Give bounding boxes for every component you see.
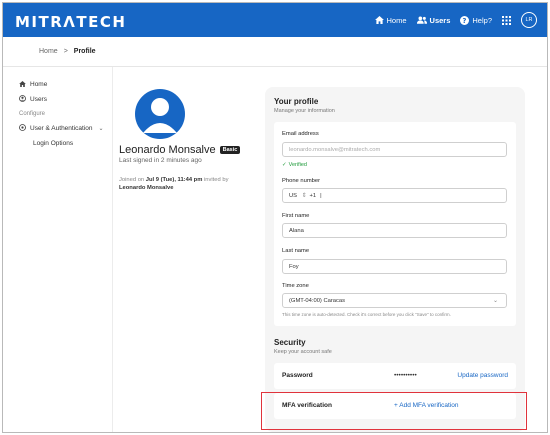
avatar [135, 89, 185, 139]
phone-country-select[interactable]: US ⇕ [289, 193, 310, 199]
last-signed-in: Last signed in 2 minutes ago [119, 157, 202, 164]
top-bar: MITRΛTECH Home Users ? Help? LR [3, 3, 547, 37]
home-icon [19, 80, 26, 89]
breadcrumb-home[interactable]: Home [39, 48, 58, 55]
nav-home[interactable]: Home [374, 15, 407, 25]
sidebar-item-home[interactable]: Home [3, 77, 112, 92]
brand-logo[interactable]: MITRΛTECH [15, 13, 126, 31]
profile-name: Leonardo Monsalve [119, 144, 216, 156]
email-value: leonardo.monsalve@mitratech.com [289, 146, 381, 153]
timezone-label: Time zone [282, 283, 309, 289]
password-row: Password •••••••••• Update password [274, 363, 516, 389]
sidebar-item-user-authentication[interactable]: User & Authentication ⌄ [3, 121, 112, 136]
sidebar-item-label: Login Options [33, 140, 74, 147]
password-mask: •••••••••• [394, 372, 417, 379]
last-name-value: Foy [289, 263, 299, 270]
last-name-field[interactable]: Foy [282, 259, 507, 274]
phone-code: +1 [309, 192, 317, 199]
phone-country: US [289, 192, 298, 199]
sidebar-item-label: Users [30, 96, 47, 103]
nav-users-label: Users [429, 15, 451, 25]
avatar-initials: LR [525, 17, 533, 23]
breadcrumb-current: Profile [73, 48, 96, 55]
sidebar-item-label: User & Authentication [30, 125, 93, 132]
help-icon: ? [460, 15, 470, 25]
joined-by[interactable]: Leonardo Monsalve [119, 185, 173, 191]
joined-date: Jul 9 (Tue), 11:44 pm [145, 177, 203, 183]
sidebar: Home Users Configure User & Authenticati… [3, 67, 113, 432]
last-name-label: Last name [282, 248, 310, 254]
nav-users[interactable]: Users [416, 15, 451, 25]
nav-help-label: Help? [472, 15, 492, 25]
top-nav: Home Users ? Help? LR [374, 3, 537, 37]
email-label: Email address [282, 131, 319, 137]
chevron-down-icon: ⌄ [98, 126, 104, 132]
sidebar-item-login-options[interactable]: Login Options [3, 136, 112, 151]
verified-status: ✓ Verified [282, 162, 307, 168]
highlight-box [261, 392, 527, 430]
joined-invited: invited by [203, 177, 229, 183]
sidebar-item-users[interactable]: Users [3, 92, 112, 107]
users-icon [416, 16, 427, 24]
nav-home-label: Home [386, 15, 407, 25]
password-label: Password [282, 372, 313, 379]
phone-label: Phone number [282, 178, 321, 184]
first-name-value: Alana [289, 227, 304, 234]
user-avatar-icon [143, 98, 177, 133]
verified-label: Verified [288, 162, 307, 168]
phone-field[interactable]: US ⇕ +1 | [282, 188, 507, 203]
users-icon [19, 95, 26, 104]
plan-badge: Basic [219, 146, 241, 154]
svg-text:?: ? [463, 16, 467, 24]
breadcrumb: Home > Profile [3, 37, 547, 67]
update-password-link[interactable]: Update password [457, 372, 508, 379]
chevron-down-icon: ⌄ [492, 298, 498, 304]
timezone-select[interactable]: (GMT-04:00) Caracas ⌄ [282, 293, 507, 308]
updown-icon: ⇕ [301, 192, 307, 199]
sidebar-section-configure: Configure [19, 111, 46, 117]
sidebar-item-label: Home [30, 81, 48, 88]
check-icon: ✓ [282, 162, 287, 168]
your-profile-subtitle: Manage your information [274, 108, 335, 114]
breadcrumb-separator: > [63, 48, 68, 55]
profile-form: Email address leonardo.monsalve@mitratec… [274, 122, 516, 326]
joined-prefix: Joined on [119, 177, 145, 183]
profile-card: Your profile Manage your information Ema… [265, 87, 525, 432]
app-window: MITRΛTECH Home Users ? Help? LR Home > P… [2, 2, 548, 433]
security-title: Security [274, 338, 306, 347]
email-field[interactable]: leonardo.monsalve@mitratech.com [282, 142, 507, 157]
first-name-field[interactable]: Alana [282, 223, 507, 238]
nav-help[interactable]: ? Help? [460, 15, 492, 25]
apps-grid-button[interactable] [502, 15, 511, 25]
phone-value: | [320, 192, 322, 199]
grid-icon [502, 15, 511, 25]
home-icon [374, 16, 384, 24]
profile-name-row: Leonardo Monsalve Basic [119, 144, 241, 156]
first-name-label: First name [282, 213, 310, 219]
timezone-value: (GMT-04:00) Caracas [289, 297, 346, 304]
security-subtitle: Keep your account safe [274, 349, 332, 355]
settings-icon [19, 124, 26, 133]
timezone-hint: This time zone is auto-detected. Check i… [282, 312, 451, 317]
joined-info: Joined on Jul 9 (Tue), 11:44 pm invited … [119, 176, 259, 192]
your-profile-title: Your profile [274, 97, 319, 106]
user-avatar-button[interactable]: LR [521, 12, 537, 28]
